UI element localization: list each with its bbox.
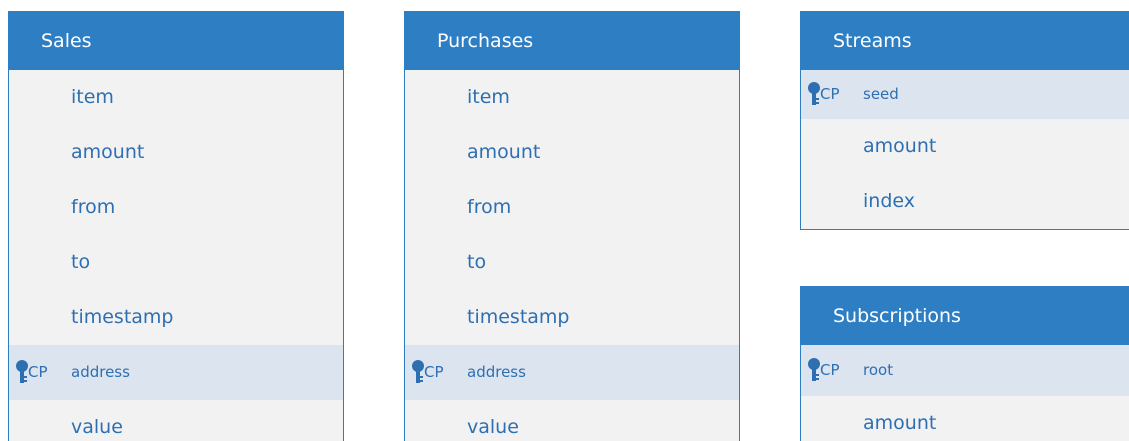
field-name: address (467, 363, 526, 381)
field-name: from (467, 196, 512, 218)
field-name: amount (863, 135, 937, 157)
field-name: amount (863, 412, 937, 434)
entity-sales[interactable]: Sales item amount from to timestamp CP a… (8, 11, 344, 441)
entity-purchases[interactable]: Purchases item amount from to timestamp … (404, 11, 740, 441)
field-name: timestamp (467, 306, 570, 328)
field-name: amount (467, 141, 541, 163)
field-row[interactable]: amount (405, 125, 739, 180)
key-icon (412, 360, 424, 383)
entity-title: Sales (9, 12, 343, 70)
key-icon (808, 82, 820, 105)
field-row[interactable]: value (405, 400, 739, 441)
field-row[interactable]: to (9, 235, 343, 290)
field-name: to (71, 251, 91, 273)
field-name: index (863, 190, 915, 212)
key-icon (808, 358, 820, 381)
field-name: address (71, 363, 130, 381)
key-field-row[interactable]: CP root (801, 345, 1129, 396)
key-tag: CP (28, 363, 48, 381)
field-name: from (71, 196, 116, 218)
key-field-row[interactable]: CP address (9, 345, 343, 400)
field-row[interactable]: amount (801, 396, 1129, 441)
entity-title: Streams (801, 12, 1129, 70)
entity-streams[interactable]: Streams CP seed amount index (800, 11, 1129, 230)
field-name: amount (71, 141, 145, 163)
field-row[interactable]: amount (801, 119, 1129, 174)
field-row[interactable]: from (405, 180, 739, 235)
field-name: seed (863, 85, 899, 103)
field-row[interactable]: to (405, 235, 739, 290)
field-row[interactable]: amount (9, 125, 343, 180)
field-row[interactable]: item (405, 70, 739, 125)
key-tag: CP (424, 363, 444, 381)
field-name: root (863, 361, 894, 379)
field-row[interactable]: value (9, 400, 343, 441)
field-name: value (467, 416, 519, 438)
field-name: item (467, 86, 510, 108)
key-tag: CP (820, 361, 840, 379)
key-field-row[interactable]: CP seed (801, 70, 1129, 119)
field-row[interactable]: timestamp (9, 290, 343, 345)
field-name: value (71, 416, 123, 438)
field-name: timestamp (71, 306, 174, 328)
field-name: item (71, 86, 114, 108)
field-name: to (467, 251, 487, 273)
key-icon (16, 360, 28, 383)
key-field-row[interactable]: CP address (405, 345, 739, 400)
entity-title: Subscriptions (801, 287, 1129, 345)
field-row[interactable]: from (9, 180, 343, 235)
field-row[interactable]: item (9, 70, 343, 125)
field-row[interactable]: timestamp (405, 290, 739, 345)
entity-subscriptions[interactable]: Subscriptions CP root amount (800, 286, 1129, 441)
diagram-canvas: Sales item amount from to timestamp CP a… (0, 0, 1129, 441)
field-row[interactable]: index (801, 174, 1129, 229)
entity-title: Purchases (405, 12, 739, 70)
key-tag: CP (820, 85, 840, 103)
